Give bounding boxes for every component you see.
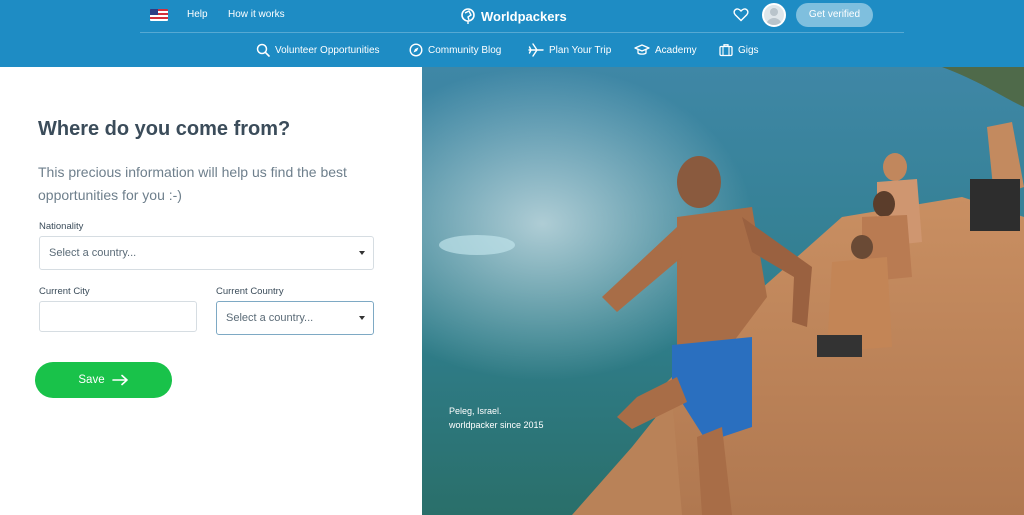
top-bar: Help How it works Worldpackers Get verif… (0, 0, 1024, 32)
get-verified-button[interactable]: Get verified (796, 3, 873, 27)
worldpackers-logo[interactable]: Worldpackers (460, 6, 567, 26)
page-title: Where do you come from? (38, 118, 291, 140)
nav-label: Gigs (738, 44, 759, 56)
nationality-value: Select a country... (49, 247, 137, 259)
graduation-cap-icon (634, 44, 650, 55)
main-nav: Volunteer Opportunities Community Blog P… (0, 34, 1024, 66)
nav-plan-your-trip[interactable]: Plan Your Trip (528, 42, 611, 58)
arrow-right-icon (111, 374, 128, 386)
briefcase-icon (719, 44, 733, 57)
header-divider (140, 32, 904, 33)
nav-label: Plan Your Trip (549, 44, 612, 56)
avatar[interactable] (762, 3, 786, 27)
save-button[interactable]: Save (35, 362, 172, 398)
nav-volunteer-opportunities[interactable]: Volunteer Opportunities (256, 42, 380, 58)
nav-gigs[interactable]: Gigs (719, 42, 759, 58)
current-country-label: Current Country (216, 286, 284, 297)
how-it-works-link[interactable]: How it works (228, 9, 285, 20)
current-city-input[interactable] (39, 301, 197, 332)
current-city-label: Current City (39, 286, 90, 297)
plane-icon (528, 43, 544, 57)
help-link[interactable]: Help (187, 9, 208, 20)
cliff-jump-illustration (422, 67, 1024, 515)
nav-label: Academy (655, 44, 697, 56)
save-label: Save (78, 374, 105, 386)
photo-credit: Peleg, Israel. worldpacker since 2015 (449, 404, 544, 432)
nav-label: Community Blog (428, 44, 502, 56)
nav-label: Volunteer Opportunities (275, 44, 380, 56)
nav-academy[interactable]: Academy (634, 42, 697, 58)
brand-name: Worldpackers (481, 8, 567, 24)
origin-form: Where do you come from? This precious in… (0, 67, 422, 515)
us-flag-icon[interactable] (150, 9, 168, 21)
search-icon (256, 43, 270, 57)
compass-icon (409, 43, 423, 57)
globe-pin-icon (461, 8, 475, 24)
nationality-label: Nationality (39, 221, 84, 232)
current-country-value: Select a country... (226, 312, 314, 324)
chevron-down-icon (359, 316, 365, 320)
heart-icon[interactable] (733, 7, 749, 22)
credit-since: worldpacker since 2015 (449, 420, 544, 430)
credit-name: Peleg, Israel. (449, 406, 502, 416)
page-subtitle: This precious information will help us f… (38, 164, 347, 203)
nav-community-blog[interactable]: Community Blog (409, 42, 501, 58)
top-header: Help How it works Worldpackers Get verif… (0, 0, 1024, 67)
hero-photo: Peleg, Israel. worldpacker since 2015 (422, 67, 1024, 515)
nationality-select[interactable]: Select a country... (39, 236, 374, 270)
current-country-select[interactable]: Select a country... (216, 301, 374, 335)
chevron-down-icon (359, 251, 365, 255)
